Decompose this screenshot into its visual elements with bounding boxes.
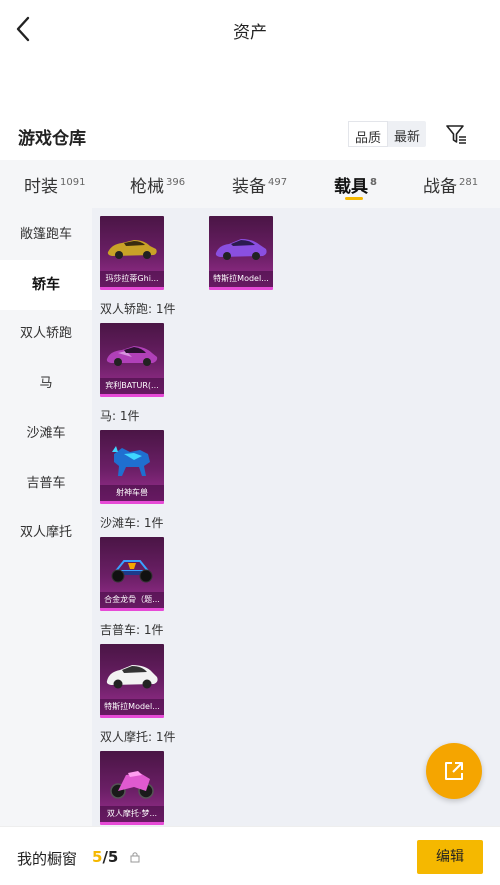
share-icon [445,762,463,780]
group-label: 双人摩托: 1件 [100,730,176,744]
top-bar: 资产 [0,0,500,60]
item-card[interactable]: 特斯拉Model... [100,644,164,718]
sort-newest[interactable]: 最新 [388,121,426,147]
tab-fashion[interactable]: 时装 1091 [24,172,85,197]
item-caption: 射神车兽 [100,485,164,501]
purple-coupe-icon [106,346,158,366]
purple-sedan-icon [215,239,267,260]
item-caption: 合金龙骨（题... [100,592,164,608]
gold-sports-car-icon [107,240,157,259]
item-caption: 特斯拉Model... [209,271,273,287]
item-card[interactable]: 合金龙骨（题... [100,537,164,611]
tab-combat-gear[interactable]: 战备 281 [423,172,478,197]
item-card[interactable]: 双人摩托·梦... [100,751,164,825]
item-card[interactable]: 玛莎拉蒂Ghi... [100,216,164,290]
tab-vehicles[interactable]: 载具 8 [334,172,377,197]
bottom-bar: 我的橱窗 5/5 编辑 [0,826,500,885]
share-button[interactable] [426,743,482,799]
page-title: 资产 [233,23,267,43]
tab-guns[interactable]: 枪械 396 [130,172,185,197]
warehouse-header: 游戏仓库 品质 最新 [0,112,500,156]
lock-icon [130,852,140,863]
mech-beast-icon [112,446,150,476]
sidebar-item-convertible[interactable]: 敞篷跑车 [0,210,92,260]
filter-icon[interactable] [444,122,468,146]
dune-buggy-icon [111,560,153,583]
group-label: 双人轿跑: 1件 [100,302,176,316]
subcategory-sidebar: 敞篷跑车 轿车 双人轿跑 马 沙滩车 吉普车 双人摩托 [0,208,92,826]
sort-quality[interactable]: 品质 [348,121,389,147]
white-suv-icon [106,665,158,689]
sidebar-item-coupe[interactable]: 双人轿跑 [0,309,92,359]
category-tabs: 时装 1091 枪械 396 装备 497 载具 8 战备 281 [0,160,500,208]
group-label: 沙滩车: 1件 [100,516,164,530]
sidebar-item-horse[interactable]: 马 [0,359,92,409]
item-caption: 特斯拉Model... [100,699,164,715]
group-label: 马: 1件 [100,409,140,423]
section-title: 游戏仓库 [18,129,86,149]
active-tab-indicator [345,197,363,200]
sidebar-item-buggy[interactable]: 沙滩车 [0,409,92,459]
item-caption: 宾利BATUR(... [100,378,164,394]
item-card[interactable]: 特斯拉Model... [209,216,273,290]
item-caption: 玛莎拉蒂Ghi... [100,271,164,287]
item-caption: 双人摩托·梦... [100,806,164,822]
item-card[interactable]: 宾利BATUR(... [100,323,164,397]
pink-motorcycle-icon [110,771,154,799]
sidebar-item-jeep[interactable]: 吉普车 [0,459,92,509]
group-label: 吉普车: 1件 [100,623,164,637]
sidebar-item-sedan[interactable]: 轿车 [0,260,92,310]
sort-toggle: 品质 最新 [348,121,427,147]
tab-equipment[interactable]: 装备 497 [232,172,287,197]
showcase-count: 5/5 [92,848,119,866]
edit-button[interactable]: 编辑 [417,840,483,874]
sidebar-item-motorcycle[interactable]: 双人摩托 [0,508,92,558]
showcase-label: 我的橱窗 [17,850,78,868]
item-card[interactable]: 射神车兽 [100,430,164,504]
vehicle-grid: 玛莎拉蒂Ghi... 特斯拉Model... 双人轿跑: 1件 宾利BATUR(… [92,208,500,826]
